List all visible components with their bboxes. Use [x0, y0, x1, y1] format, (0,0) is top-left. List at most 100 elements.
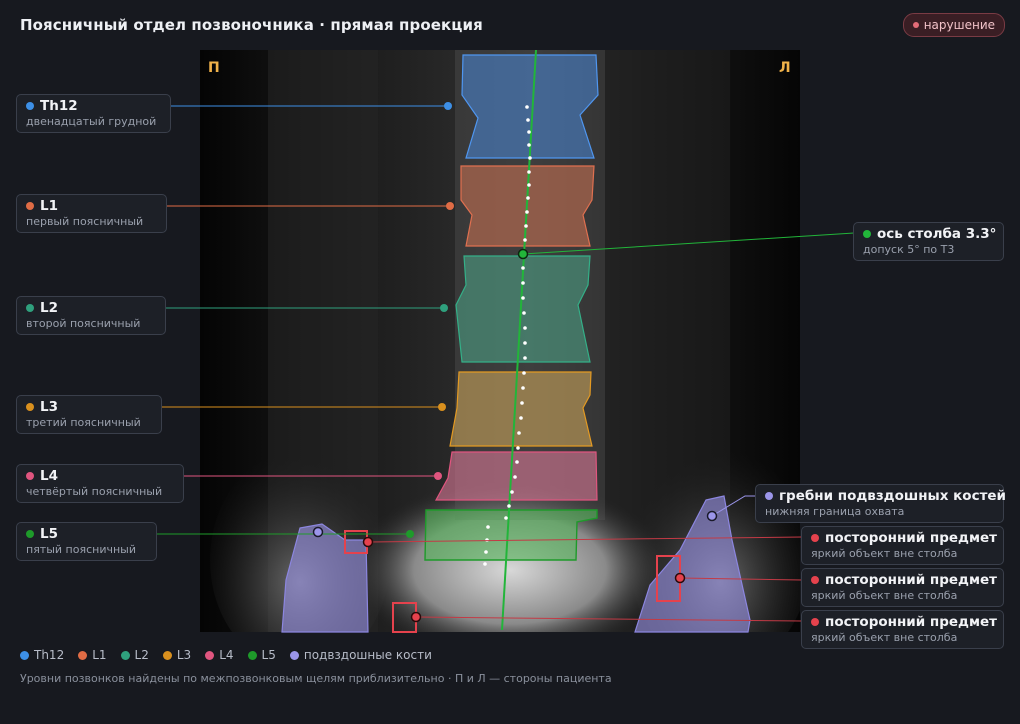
vertebra-l3-overlay[interactable] — [449, 371, 593, 447]
anchor-iliac-right[interactable] — [706, 510, 718, 522]
label-l3-sub: третий поясничный — [26, 416, 141, 429]
vertebra-l2-overlay[interactable] — [455, 255, 591, 363]
label-th12-name: Th12 — [40, 98, 78, 114]
label-foreign-2[interactable]: посторонний предмет яркий объект вне сто… — [801, 568, 1004, 607]
anchor-th12[interactable] — [444, 102, 452, 110]
anchor-iliac-left[interactable] — [312, 526, 324, 538]
legend-item[interactable]: L4 — [205, 648, 234, 662]
label-th12[interactable]: Th12 двенадцатый грудной — [16, 94, 171, 133]
label-l3[interactable]: L3 третий поясничный — [16, 395, 162, 434]
legend-label: L1 — [92, 648, 107, 662]
anchor-l3[interactable] — [438, 403, 446, 411]
iliac-right-overlay[interactable] — [634, 495, 751, 633]
l1-dot-icon — [26, 202, 34, 210]
label-foreign-3-sub: яркий объект вне столба — [811, 631, 958, 644]
legend-label: L4 — [219, 648, 234, 662]
legend-dot-icon — [289, 650, 299, 660]
legend-item[interactable]: L5 — [247, 648, 276, 662]
l3-dot-icon — [26, 403, 34, 411]
label-foreign-3-name: посторонний предмет — [825, 614, 997, 630]
legend-dot-icon — [120, 650, 130, 660]
foreign-1-dot-icon — [811, 534, 819, 542]
anchor-l5[interactable] — [406, 530, 414, 538]
anchor-foreign-3[interactable] — [410, 611, 422, 623]
legend-dot-icon — [162, 650, 172, 660]
legend-item[interactable]: L3 — [162, 648, 192, 662]
legend-label: L2 — [134, 648, 149, 662]
vertebra-th12-overlay[interactable] — [461, 54, 599, 159]
legend-label: подвздошные кости — [303, 648, 432, 662]
foreign-object-box-1[interactable] — [344, 530, 368, 554]
label-l1-sub: первый поясничный — [26, 215, 144, 228]
foreign-2-dot-icon — [811, 576, 819, 584]
spine-axis-line — [501, 49, 537, 631]
l4-dot-icon — [26, 472, 34, 480]
label-l1[interactable]: L1 первый поясничный — [16, 194, 167, 233]
anchor-foreign-1[interactable] — [362, 536, 374, 548]
side-marker-left: Л — [779, 60, 791, 76]
label-foreign-1[interactable]: посторонний предмет яркий объект вне сто… — [801, 526, 1004, 565]
footnote: Уровни позвонков найдены по межпозвонков… — [20, 672, 612, 685]
label-l2-name: L2 — [40, 300, 58, 316]
th12-dot-icon — [26, 102, 34, 110]
vertebra-l4-overlay[interactable] — [434, 451, 598, 501]
legend-label: Th12 — [34, 648, 65, 662]
label-foreign-1-sub: яркий объект вне столба — [811, 547, 958, 560]
label-l1-name: L1 — [40, 198, 58, 214]
label-l4-name: L4 — [40, 468, 58, 484]
legend-item[interactable]: подвздошные кости — [289, 648, 432, 662]
label-foreign-2-sub: яркий объект вне столба — [811, 589, 958, 602]
page-title: Поясничный отдел позвоночника · прямая п… — [20, 16, 483, 34]
label-axis-sub: допуск 5° по Т3 — [863, 243, 955, 256]
iliac-left-overlay[interactable] — [281, 523, 369, 633]
legend-item[interactable]: Th12 — [20, 648, 64, 662]
legend-dot-icon — [205, 650, 215, 660]
anchor-axis[interactable] — [517, 248, 529, 260]
label-l5-name: L5 — [40, 526, 58, 542]
anchor-foreign-2[interactable] — [674, 572, 686, 584]
foreign-3-dot-icon — [811, 618, 819, 626]
side-marker-right: П — [208, 60, 220, 76]
legend-item[interactable]: L1 — [78, 648, 107, 662]
legend-label: L3 — [176, 648, 192, 662]
label-l5-sub: пятый поясничный — [26, 543, 136, 556]
label-axis[interactable]: ось столба 3.3° допуск 5° по Т3 — [853, 222, 1004, 261]
label-l2-sub: второй поясничный — [26, 317, 141, 330]
status-badge-label: нарушение — [923, 18, 995, 32]
label-iliac-sub: нижняя граница охвата — [765, 505, 905, 518]
label-iliac[interactable]: гребни подвздошных костей нижняя граница… — [755, 484, 1007, 523]
status-badge[interactable]: нарушение — [902, 13, 1005, 37]
label-l5[interactable]: L5 пятый поясничный — [16, 522, 157, 561]
l2-dot-icon — [26, 304, 34, 312]
vertebra-l5-overlay[interactable] — [424, 509, 598, 561]
foreign-object-box-3[interactable] — [392, 602, 417, 633]
legend-label: L5 — [261, 648, 276, 662]
label-foreign-3[interactable]: посторонний предмет яркий объект вне сто… — [801, 610, 1004, 649]
anchor-l2[interactable] — [440, 304, 448, 312]
spinous-process-dots — [483, 105, 532, 566]
label-l4[interactable]: L4 четвёртый поясничный — [16, 464, 184, 503]
label-foreign-1-name: посторонний предмет — [825, 530, 997, 546]
legend-item[interactable]: L2 — [120, 648, 149, 662]
label-l3-name: L3 — [40, 399, 58, 415]
label-l4-sub: четвёртый поясничный — [26, 485, 163, 498]
vertebra-l1-overlay[interactable] — [460, 165, 595, 247]
label-axis-name: ось столба 3.3° — [877, 226, 997, 242]
legend-dot-icon — [78, 650, 88, 660]
legend-dot-icon — [247, 650, 257, 660]
axis-dot-icon — [863, 230, 871, 238]
anchor-l4[interactable] — [434, 472, 442, 480]
legend: Th12 L1 L2 L3 L4 L5 подвздошные кости — [20, 648, 432, 662]
label-l2[interactable]: L2 второй поясничный — [16, 296, 166, 335]
l5-dot-icon — [26, 530, 34, 538]
label-foreign-2-name: посторонний предмет — [825, 572, 997, 588]
iliac-dot-icon — [765, 492, 773, 500]
anchor-l1[interactable] — [446, 202, 454, 210]
leader-lines — [157, 105, 855, 622]
label-th12-sub: двенадцатый грудной — [26, 115, 157, 128]
foreign-object-box-2[interactable] — [656, 555, 681, 602]
xray-image — [200, 50, 800, 632]
legend-dot-icon — [20, 650, 29, 660]
alert-dot-icon — [912, 22, 919, 28]
label-iliac-name: гребни подвздошных костей — [779, 488, 1007, 504]
